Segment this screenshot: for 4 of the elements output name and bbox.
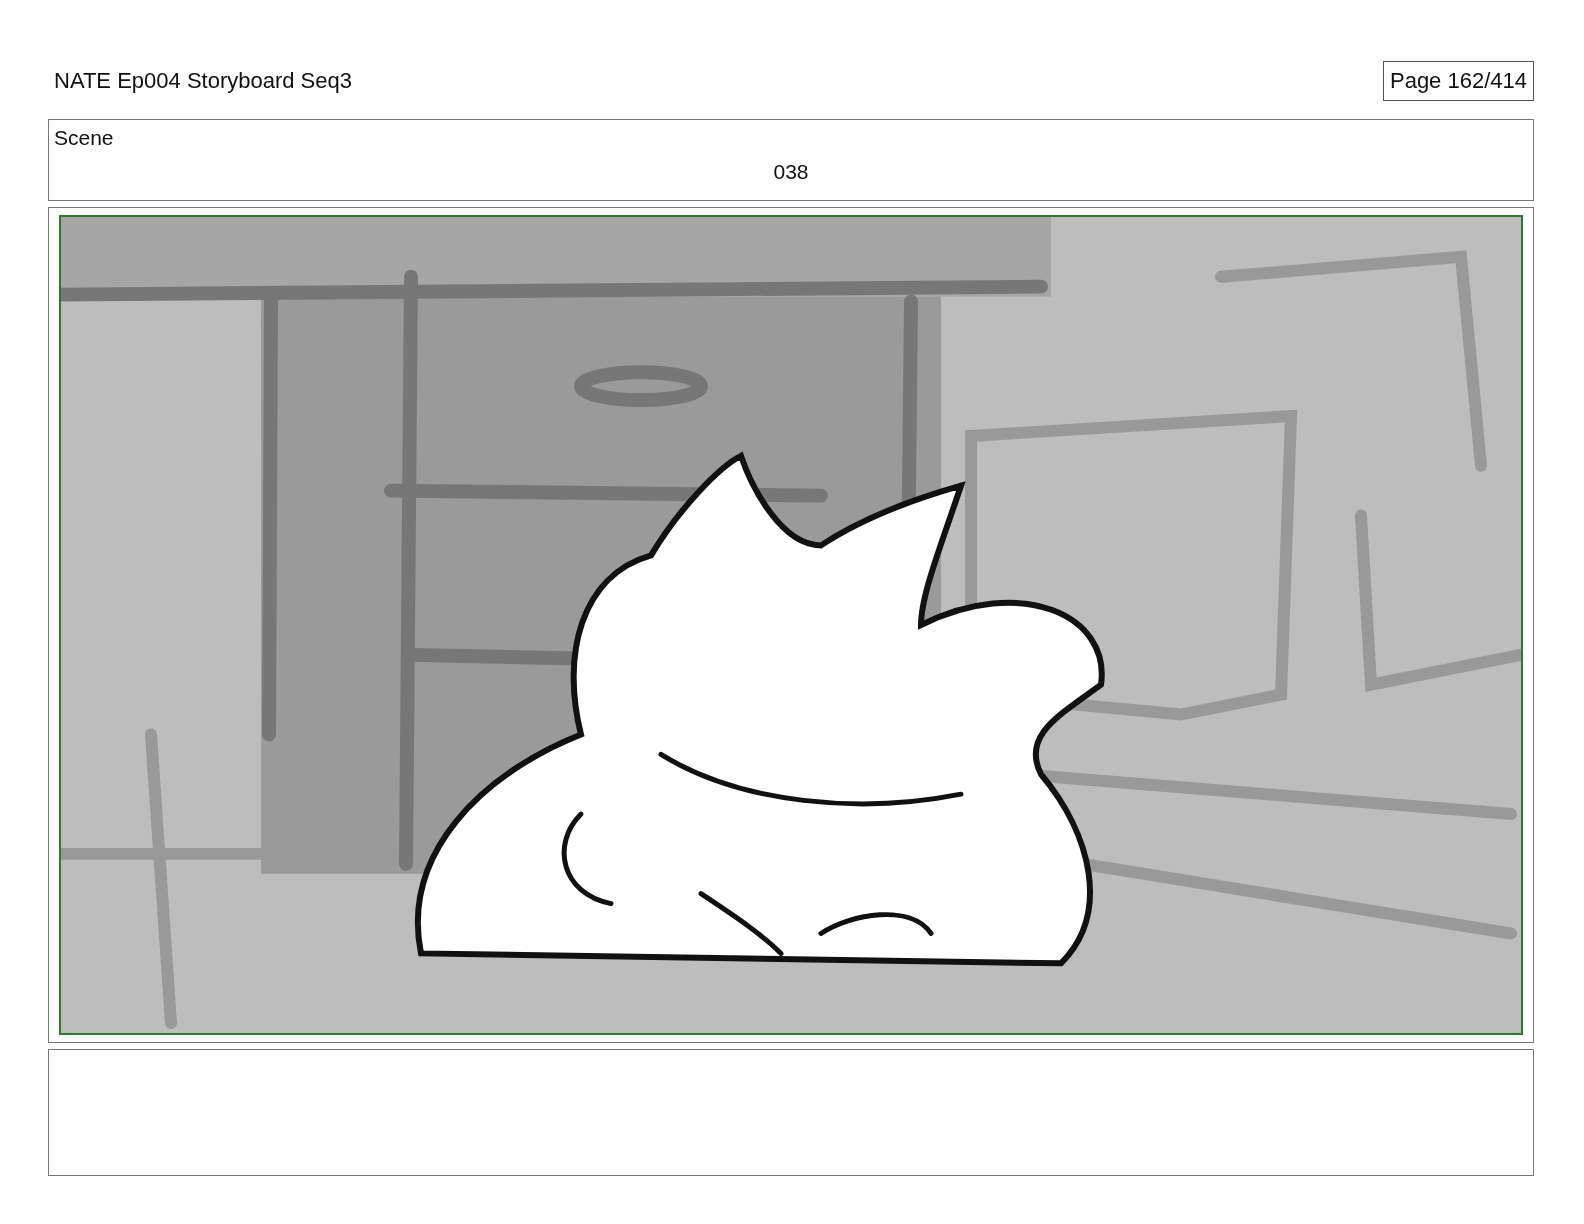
document-title: NATE Ep004 Storyboard Seq3 <box>53 68 352 94</box>
page-number: Page 162/414 <box>1382 61 1534 101</box>
scene-label: Scene <box>54 126 114 150</box>
scene-number: 038 <box>773 160 809 184</box>
